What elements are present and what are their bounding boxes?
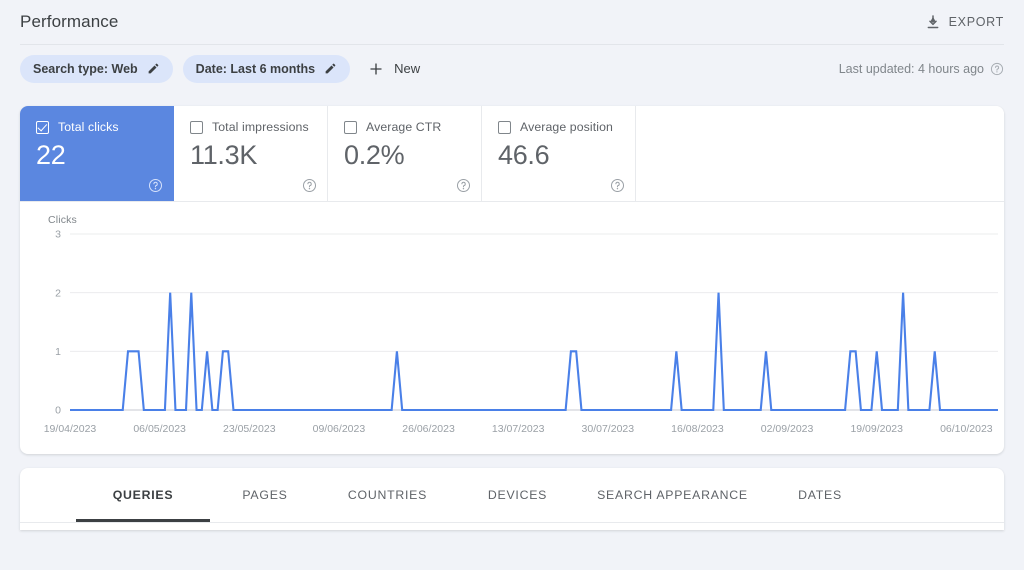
export-button[interactable]: EXPORT (925, 14, 1004, 30)
plus-icon (368, 61, 384, 77)
chart-x-tick-label: 19/04/2023 (44, 423, 97, 435)
filter-chip-date[interactable]: Date: Last 6 months (182, 54, 351, 83)
metric-card-total-impressions[interactable]: Total impressions 11.3K (174, 106, 328, 201)
filter-bar: Search type: Web Date: Last 6 months New… (0, 45, 1024, 92)
tabs-divider (20, 522, 1004, 523)
tab-pages[interactable]: PAGES (210, 468, 320, 522)
add-new-filter-button[interactable]: New (364, 55, 428, 83)
page-header: Performance EXPORT (0, 0, 1024, 44)
metric-card-average-position[interactable]: Average position 46.6 (482, 106, 636, 201)
tab-search-appearance[interactable]: SEARCH APPEARANCE (580, 468, 765, 522)
checkbox-total-impressions[interactable] (190, 120, 203, 134)
export-label: EXPORT (948, 15, 1004, 29)
chart-x-tick-label: 16/08/2023 (671, 423, 724, 435)
metric-cards-filler (636, 106, 1004, 201)
chart-y-tick-label: 3 (55, 229, 61, 241)
metric-card-average-ctr-label: Average CTR (366, 120, 442, 134)
last-updated-label: Last updated: 4 hours ago (838, 61, 984, 76)
metric-card-average-position-label: Average position (520, 120, 613, 134)
chart-x-tick-label: 13/07/2023 (492, 423, 545, 435)
help-circle-icon[interactable] (302, 178, 317, 193)
chart-y-tick-label: 1 (55, 346, 61, 358)
clicks-chart: Clicks 0 1 2 3 19/04/2023 06/05/2023 23/05/202… (20, 202, 1004, 454)
metric-card-total-impressions-header: Total impressions (190, 120, 311, 134)
metric-card-total-clicks-label: Total clicks (58, 120, 119, 134)
metric-card-total-impressions-label: Total impressions (212, 120, 309, 134)
chart-x-tick-label: 19/09/2023 (850, 423, 903, 435)
chart-x-tick-label: 06/10/2023 (940, 423, 993, 435)
chart-canvas[interactable]: 0 1 2 3 19/04/2023 06/05/2023 23/05/2023 09/06/… (40, 228, 1004, 442)
chart-x-tick-label: 30/07/2023 (582, 423, 635, 435)
download-icon (925, 14, 941, 30)
performance-card: Total clicks 22 Total impressions 11.3K (20, 106, 1004, 454)
metric-card-average-position-header: Average position (498, 120, 619, 134)
checkbox-average-position[interactable] (498, 120, 511, 134)
chart-x-tick-label: 06/05/2023 (133, 423, 186, 435)
help-circle-icon[interactable] (148, 178, 163, 193)
metric-card-average-ctr-value: 0.2% (344, 140, 405, 170)
chart-x-tick-label: 26/06/2023 (402, 423, 455, 435)
page-title: Performance (20, 12, 119, 31)
pencil-icon[interactable] (324, 62, 337, 75)
metric-cards: Total clicks 22 Total impressions 11.3K (20, 106, 1004, 202)
chart-x-tick-label: 02/09/2023 (761, 423, 814, 435)
chart-y-tick-label: 2 (55, 287, 61, 299)
filter-chip-search-type[interactable]: Search type: Web (20, 54, 173, 83)
last-updated: Last updated: 4 hours ago (839, 62, 1004, 76)
add-new-filter-label: New (394, 61, 421, 76)
tab-label: SEARCH APPEARANCE (597, 488, 748, 502)
tab-label: DEVICES (487, 488, 548, 502)
chart-x-tick-label: 23/05/2023 (223, 423, 276, 435)
tab-devices[interactable]: DEVICES (455, 468, 580, 522)
tab-countries[interactable]: COUNTRIES (320, 468, 455, 522)
tab-dates[interactable]: DATES (765, 468, 875, 522)
metric-card-average-ctr-header: Average CTR (344, 120, 465, 134)
tab-label: QUERIES (112, 488, 174, 502)
pencil-icon[interactable] (147, 62, 160, 75)
metric-card-average-ctr[interactable]: Average CTR 0.2% (328, 106, 482, 201)
checkbox-total-clicks[interactable] (36, 120, 49, 134)
dimension-tabs: QUERIES PAGES COUNTRIES DEVICES SEARCH APPEA… (20, 468, 1004, 522)
filter-chip-date-label: Date: Last 6 months (195, 61, 316, 76)
help-circle-icon[interactable] (990, 62, 1004, 76)
chart-y-axis-title: Clicks (48, 214, 77, 226)
metric-card-total-clicks-value: 22 (36, 140, 66, 170)
tab-label: COUNTRIES (347, 488, 428, 502)
tab-queries[interactable]: QUERIES (76, 468, 210, 522)
dimension-tabs-card: QUERIES PAGES COUNTRIES DEVICES SEARCH APPEA… (20, 468, 1004, 530)
metric-card-total-impressions-value: 11.3K (190, 140, 258, 170)
help-circle-icon[interactable] (610, 178, 625, 193)
tab-label: DATES (798, 488, 842, 502)
filter-chip-search-type-label: Search type: Web (33, 61, 138, 76)
chart-x-tick-label: 09/06/2023 (313, 423, 366, 435)
metric-card-total-clicks[interactable]: Total clicks 22 (20, 106, 174, 201)
metric-card-average-position-value: 46.6 (498, 140, 550, 170)
checkbox-average-ctr[interactable] (344, 120, 357, 134)
help-circle-icon[interactable] (456, 178, 471, 193)
metric-card-total-clicks-header: Total clicks (36, 120, 157, 134)
chart-y-tick-label: 0 (55, 405, 61, 417)
tab-label: PAGES (242, 488, 288, 502)
